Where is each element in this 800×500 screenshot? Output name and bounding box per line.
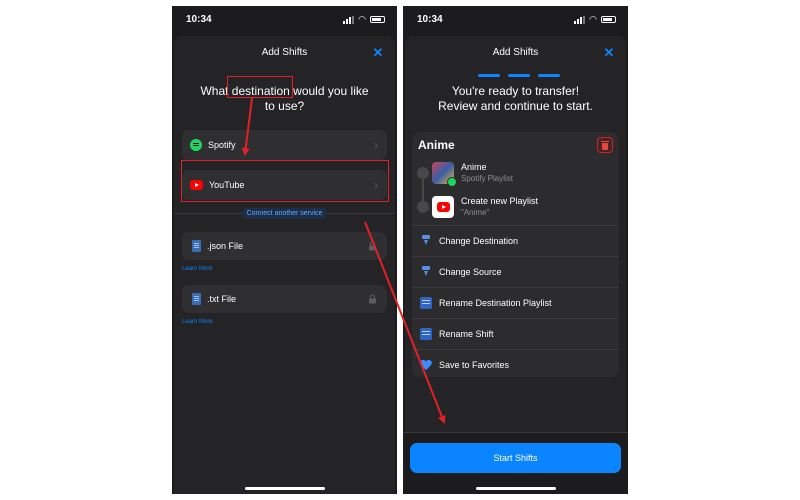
- close-icon: ✕: [372, 45, 384, 60]
- change-destination-row[interactable]: Change Destination: [412, 225, 619, 256]
- action-label: Change Destination: [439, 236, 519, 246]
- status-bar: 10:34 ◠: [172, 6, 397, 32]
- screenshot-stage: 10:34 ◠ Add Shifts ✕ What destination wo…: [0, 0, 800, 500]
- wifi-icon: ◠: [358, 14, 366, 24]
- home-indicator: [244, 487, 325, 490]
- service-label: Spotify: [208, 140, 236, 150]
- spotify-icon: [190, 139, 202, 151]
- action-label: Change Source: [439, 267, 502, 277]
- step-dot-destination: [417, 201, 429, 213]
- signal-icon: [343, 15, 355, 24]
- add-shifts-sheet: Add Shifts ✕ What destination would you …: [174, 36, 395, 494]
- change-source-icon: [420, 266, 432, 278]
- status-time: 10:34: [417, 14, 443, 25]
- file-label: .txt File: [207, 294, 237, 304]
- change-destination-icon: [420, 235, 432, 247]
- status-icons: ◠: [343, 14, 385, 25]
- signal-icon: [574, 15, 586, 24]
- annotation-arrows: [241, 97, 446, 424]
- source-playlist-subtitle: Spotify Playlist: [461, 174, 514, 183]
- wifi-icon: ◠: [589, 14, 597, 24]
- action-label: Rename Shift: [439, 329, 494, 339]
- delete-shift-button[interactable]: [597, 137, 613, 153]
- rename-shift-row[interactable]: Rename Shift: [412, 318, 619, 349]
- step-progress-indicator: [478, 74, 560, 77]
- destination-playlist-name: Create new Playlist: [461, 196, 539, 206]
- battery-icon: [370, 16, 385, 23]
- question-line-2: to use?: [264, 99, 305, 113]
- ready-heading: You're ready to transfer! Review and con…: [405, 84, 626, 114]
- close-icon: ✕: [603, 45, 615, 60]
- learn-more-link[interactable]: Learn More: [182, 266, 213, 272]
- heading-line-2: Review and continue to start.: [438, 99, 593, 113]
- lock-icon: [368, 241, 377, 251]
- home-indicator: [475, 487, 556, 490]
- document-icon: [192, 240, 201, 252]
- sheet-title: Add Shifts: [261, 47, 308, 58]
- connect-service-button[interactable]: Connect another service: [241, 208, 328, 219]
- service-row-spotify[interactable]: Spotify ›: [182, 130, 387, 160]
- destination-playlist-subtitle: "Anime": [461, 208, 490, 217]
- start-shifts-button[interactable]: Start Shifts: [410, 443, 621, 473]
- step-connector: [422, 175, 424, 201]
- bottom-action-area: Start Shifts: [403, 432, 628, 494]
- rename-shift-icon: [420, 328, 432, 340]
- heart-icon: [420, 359, 432, 371]
- file-label: .json File: [207, 241, 244, 251]
- highlight-destination-word: [227, 76, 293, 98]
- action-label: Save to Favorites: [439, 360, 510, 370]
- playlist-artwork: [432, 162, 457, 187]
- youtube-icon: [432, 196, 454, 218]
- add-shifts-sheet: Add Shifts ✕ You're ready to transfer! R…: [405, 36, 626, 494]
- change-source-row[interactable]: Change Source: [412, 256, 619, 287]
- status-bar: 10:34 ◠: [403, 6, 628, 32]
- highlight-youtube-row: [181, 160, 389, 202]
- source-playlist-name: Anime: [461, 162, 487, 172]
- document-icon: [192, 293, 201, 305]
- action-label: Rename Destination Playlist: [439, 298, 552, 308]
- close-button[interactable]: ✕: [371, 46, 385, 60]
- rename-destination-playlist-row[interactable]: Rename Destination Playlist: [412, 287, 619, 318]
- file-row-json[interactable]: .json File: [182, 232, 387, 260]
- shift-title: Anime: [418, 138, 455, 152]
- shift-review-card: Anime Anime Spotify Playlist Create new …: [412, 132, 619, 377]
- phone-screen-review: 10:34 ◠ Add Shifts ✕ You're ready to tra…: [403, 6, 628, 494]
- save-to-favorites-row[interactable]: Save to Favorites: [412, 349, 619, 377]
- heading-line-1: You're ready to transfer!: [451, 84, 580, 98]
- chevron-right-icon: ›: [374, 138, 378, 152]
- battery-icon: [601, 16, 616, 23]
- file-row-txt[interactable]: .txt File: [182, 285, 387, 313]
- rename-playlist-icon: [420, 297, 432, 309]
- status-icons: ◠: [574, 14, 616, 25]
- sheet-title: Add Shifts: [492, 47, 539, 58]
- close-button[interactable]: ✕: [602, 46, 616, 60]
- status-time: 10:34: [186, 14, 212, 25]
- lock-icon: [368, 294, 377, 304]
- learn-more-link[interactable]: Learn More: [182, 319, 213, 325]
